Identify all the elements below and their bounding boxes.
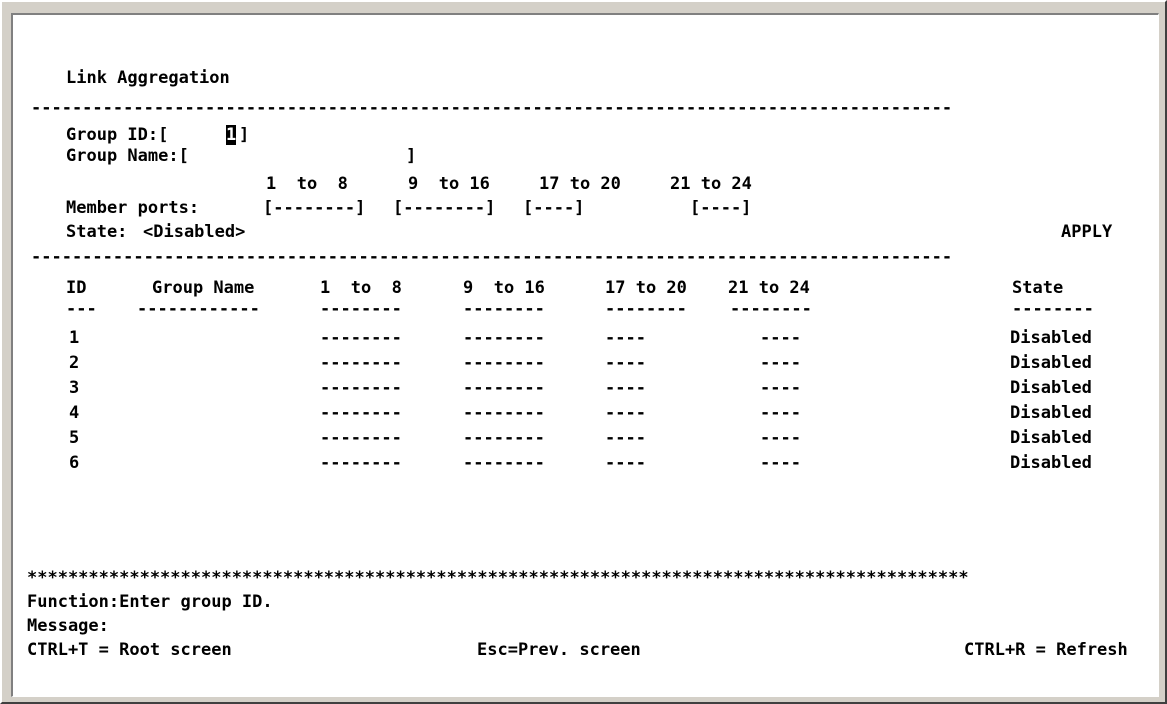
row-ports-17-20: ----	[605, 453, 646, 473]
row-id: 5	[69, 428, 80, 448]
group-id-input[interactable]: 1	[226, 125, 237, 145]
column-header-17-20: 17 to 20	[605, 278, 687, 298]
row-ports-9-16: --------	[463, 378, 545, 398]
message-line: Message:	[27, 616, 109, 636]
range-header-1-8: 1 to 8	[266, 174, 348, 194]
column-underline-id: ---	[66, 299, 97, 319]
row-state: Disabled	[1010, 378, 1092, 398]
column-underline-state: --------	[1012, 299, 1094, 319]
row-state: Disabled	[1010, 428, 1092, 448]
member-ports-21-24-input[interactable]: [----]	[690, 198, 751, 218]
column-underline-17-20: --------	[605, 299, 687, 319]
row-ports-1-8: --------	[320, 378, 402, 398]
row-ports-9-16: --------	[463, 428, 545, 448]
group-name-label: Group Name:[	[66, 146, 189, 166]
column-underline-1-8: --------	[320, 299, 402, 319]
apply-button[interactable]: APPLY	[1061, 222, 1112, 242]
row-state: Disabled	[1010, 353, 1092, 373]
row-ports-21-24: ----	[760, 328, 801, 348]
row-id: 4	[69, 403, 80, 423]
page-title: Link Aggregation	[66, 68, 230, 88]
footer-star-divider: ****************************************…	[27, 568, 969, 588]
row-ports-9-16: --------	[463, 353, 545, 373]
row-ports-17-20: ----	[605, 378, 646, 398]
row-state: Disabled	[1010, 328, 1092, 348]
column-header-21-24: 21 to 24	[728, 278, 810, 298]
row-ports-17-20: ----	[605, 353, 646, 373]
column-underline-group-name: ------------	[137, 299, 260, 319]
range-header-9-16: 9 to 16	[408, 174, 490, 194]
function-line: Function:Enter group ID.	[27, 592, 273, 612]
group-name-input[interactable]	[226, 146, 401, 166]
column-underline-9-16: --------	[463, 299, 545, 319]
row-ports-17-20: ----	[605, 328, 646, 348]
row-id: 2	[69, 353, 80, 373]
row-state: Disabled	[1010, 453, 1092, 473]
group-id-bracket: ]	[239, 125, 250, 145]
column-header-state: State	[1012, 278, 1064, 298]
member-ports-label: Member ports:	[66, 198, 200, 218]
member-ports-9-16-input[interactable]: [--------]	[393, 198, 495, 218]
row-id: 6	[69, 453, 80, 473]
row-ports-21-24: ----	[760, 428, 801, 448]
row-ports-17-20: ----	[605, 403, 646, 423]
terminal-window-frame: Link Aggregation -----------------------…	[0, 0, 1167, 704]
range-header-21-24: 21 to 24	[670, 174, 752, 194]
row-ports-1-8: --------	[320, 353, 402, 373]
range-header-17-20: 17 to 20	[539, 174, 621, 194]
state-label: State:	[66, 222, 128, 242]
column-header-group-name: Group Name	[152, 278, 255, 298]
column-underline-21-24: --------	[730, 299, 812, 319]
terminal-screen: Link Aggregation -----------------------…	[11, 13, 1159, 697]
prev-screen-hint: Esc=Prev. screen	[477, 640, 641, 660]
column-header-9-16: 9 to 16	[463, 278, 545, 298]
row-ports-21-24: ----	[760, 378, 801, 398]
row-ports-21-24: ----	[760, 403, 801, 423]
column-header-id: ID	[66, 278, 87, 298]
row-ports-1-8: --------	[320, 403, 402, 423]
group-id-label: Group ID:[	[66, 125, 169, 145]
row-ports-9-16: --------	[463, 328, 545, 348]
row-state: Disabled	[1010, 403, 1092, 423]
state-toggle[interactable]: <Disabled>	[143, 222, 245, 242]
row-ports-1-8: --------	[320, 428, 402, 448]
refresh-hint: CTRL+R = Refresh	[964, 640, 1128, 660]
row-ports-9-16: --------	[463, 403, 545, 423]
row-ports-1-8: --------	[320, 453, 402, 473]
row-ports-21-24: ----	[760, 453, 801, 473]
group-name-bracket: ]	[406, 146, 417, 166]
row-ports-17-20: ----	[605, 428, 646, 448]
member-ports-17-20-input[interactable]: [----]	[523, 198, 584, 218]
top-divider: ----------------------------------------…	[31, 98, 953, 118]
middle-divider: ----------------------------------------…	[31, 247, 953, 267]
row-ports-1-8: --------	[320, 328, 402, 348]
row-ports-9-16: --------	[463, 453, 545, 473]
row-ports-21-24: ----	[760, 353, 801, 373]
row-id: 3	[69, 378, 80, 398]
member-ports-1-8-input[interactable]: [--------]	[263, 198, 365, 218]
row-id: 1	[69, 328, 80, 348]
root-screen-hint: CTRL+T = Root screen	[27, 640, 232, 660]
column-header-1-8: 1 to 8	[320, 278, 402, 298]
